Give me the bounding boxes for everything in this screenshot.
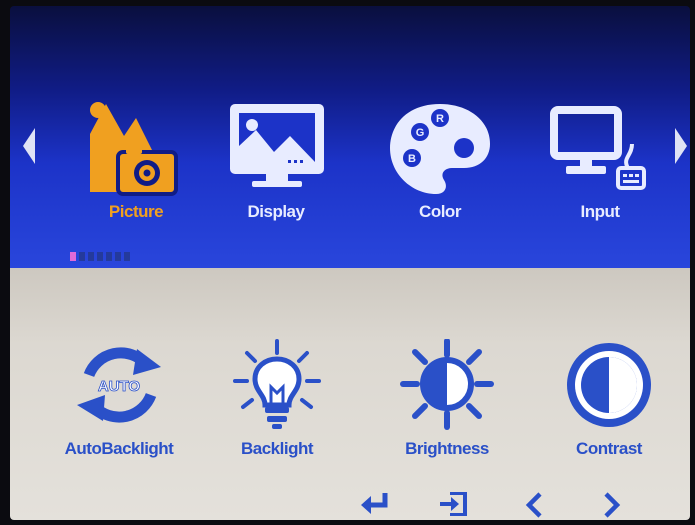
submenu-label: Brightness xyxy=(405,439,489,458)
submenu-item-brightness[interactable]: Brightness xyxy=(372,339,522,469)
menu-scroll-left-icon[interactable] xyxy=(22,128,36,164)
display-icon xyxy=(230,104,324,187)
submenu-label: Contrast xyxy=(576,439,642,458)
page-dot xyxy=(88,252,94,261)
menu-label: Display xyxy=(247,202,305,221)
enter-icon[interactable] xyxy=(360,492,390,514)
input-icon xyxy=(550,106,646,190)
page-dot-active xyxy=(70,252,76,261)
page-dot xyxy=(124,252,130,261)
menu-label: Input xyxy=(580,202,620,221)
page-dot xyxy=(79,252,85,261)
menu-item-color[interactable]: R G B Color xyxy=(370,100,510,230)
palette-label-g: G xyxy=(416,127,425,139)
menu-scroll-right-icon[interactable] xyxy=(674,128,688,164)
exit-icon[interactable] xyxy=(438,492,468,516)
page-dot xyxy=(115,252,121,261)
palette-label-r: R xyxy=(436,113,444,125)
submenu-label: Backlight xyxy=(240,439,314,458)
menu-item-input[interactable]: Input xyxy=(530,100,670,230)
lightbulb-icon xyxy=(233,339,321,429)
submenu-item-backlight[interactable]: Backlight xyxy=(202,339,352,469)
auto-icon-text: AUTO xyxy=(98,378,141,395)
submenu-item-autobacklight[interactable]: AUTO AutoBacklight xyxy=(44,339,194,469)
menu-item-display[interactable]: Display xyxy=(206,100,346,230)
auto-backlight-icon: AUTO xyxy=(77,347,161,423)
chevron-left-icon[interactable] xyxy=(524,492,544,518)
picture-icon xyxy=(90,102,178,196)
submenu-label: AutoBacklight xyxy=(64,439,174,458)
page-indicator xyxy=(70,252,130,261)
menu-label: Color xyxy=(419,202,461,221)
sun-icon xyxy=(400,339,494,430)
menu-label: Picture xyxy=(108,202,164,221)
contrast-icon xyxy=(567,343,651,427)
submenu-item-contrast[interactable]: Contrast xyxy=(534,339,684,469)
page-dot xyxy=(97,252,103,261)
chevron-right-icon[interactable] xyxy=(602,492,622,518)
menu-item-picture[interactable]: Picture xyxy=(66,100,206,230)
page-dot xyxy=(106,252,112,261)
color-palette-icon: R G B xyxy=(390,104,490,194)
main-menu-panel: Picture Display R G B Color Input xyxy=(10,6,690,268)
osd-screen: Picture Display R G B Color Input AUTO A… xyxy=(10,6,690,520)
palette-label-b: B xyxy=(408,153,416,165)
